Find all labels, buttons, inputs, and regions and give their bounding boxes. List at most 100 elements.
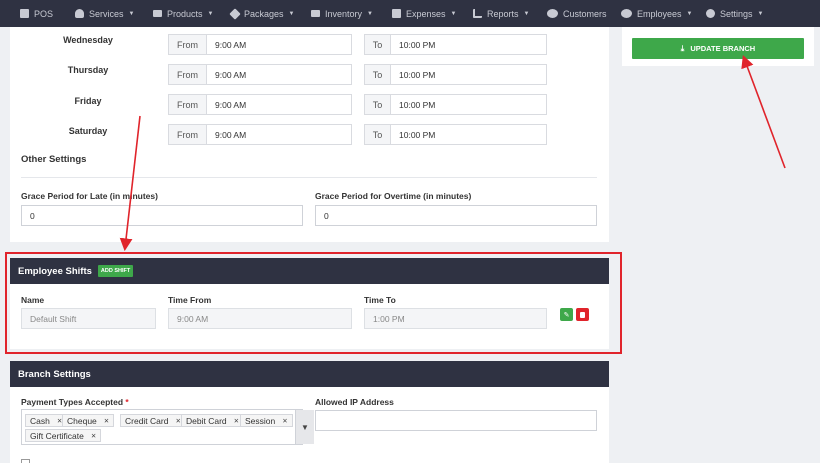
from-time-input[interactable]: 9:00 AM — [207, 35, 351, 54]
branch-settings-card: Branch Settings Payment Types Accepted *… — [10, 361, 609, 463]
to-time-group: To 10:00 PM — [364, 64, 547, 85]
payment-tag: Credit Card ✕ — [120, 414, 186, 427]
payment-types-select[interactable]: Cash ✕ Cheque ✕ Credit Card ✕ Debit Card ✕ S… — [21, 409, 314, 445]
day-label: Saturday — [68, 126, 108, 136]
update-branch-button[interactable]: ⤓ UPDATE BRANCH — [632, 38, 804, 59]
nav-item-settings[interactable]: Settings ▼ — [706, 0, 763, 27]
nav-item-services[interactable]: Services ▼ — [75, 0, 134, 27]
from-time-group: From 9:00 AM — [168, 94, 352, 115]
payment-tag: Cheque ✕ — [62, 414, 115, 427]
chevron-down-icon: ▼ — [128, 10, 135, 17]
remove-tag-icon[interactable]: ✕ — [234, 417, 239, 425]
to-addon: To — [365, 95, 391, 114]
nav-item-label: Services — [89, 8, 124, 19]
nav-item-label: Customers — [563, 8, 607, 19]
annotation-highlight-box — [5, 252, 622, 354]
chevron-down-icon: ▼ — [207, 10, 214, 17]
users-icon — [547, 9, 558, 18]
from-addon: From — [169, 125, 207, 144]
annotation-arrow-update — [741, 55, 786, 169]
chevron-down-icon: ▼ — [367, 10, 373, 17]
grace-overtime-input[interactable]: 0 — [315, 205, 597, 226]
pos-icon — [20, 9, 29, 18]
allowed-ip-input[interactable] — [315, 410, 597, 431]
nav-item-packages[interactable]: Packages ▼ — [229, 0, 295, 27]
payment-tag: Debit Card ✕ — [181, 414, 245, 427]
from-time-input[interactable]: 9:00 AM — [207, 125, 351, 144]
download-icon: ⤓ — [680, 43, 685, 53]
other-settings-title: Other Settings — [21, 154, 87, 165]
actions-panel: ⤓ UPDATE BRANCH — [622, 27, 814, 66]
payment-types-label: Payment Types Accepted * — [21, 397, 129, 407]
to-time-group: To 10:00 PM — [364, 124, 547, 145]
nav-item-products[interactable]: Products ▼ — [153, 0, 213, 27]
payment-tag-label: Debit Card — [186, 415, 227, 426]
nav-item-label: Products — [167, 8, 203, 19]
chevron-down-icon: ▼ — [523, 10, 530, 17]
nav-item-label: Settings — [720, 8, 753, 19]
tag-icon — [229, 7, 241, 20]
chevron-down-icon: ▼ — [686, 10, 693, 17]
nav-item-pos[interactable]: POS — [20, 0, 53, 27]
nav-item-customers[interactable]: Customers — [547, 0, 607, 27]
chevron-down-icon: ▼ — [288, 10, 295, 17]
from-time-group: From 9:00 AM — [168, 64, 352, 85]
to-time-input[interactable]: 10:00 PM — [391, 65, 546, 84]
grace-late-input[interactable]: 0 — [21, 205, 303, 226]
payment-tag: Session ✕ — [240, 414, 293, 427]
remove-tag-icon[interactable]: ✕ — [104, 417, 109, 425]
remove-tag-icon[interactable]: ✕ — [282, 417, 287, 425]
to-time-input[interactable]: 10:00 PM — [391, 95, 546, 114]
top-navbar: POS Services ▼ Products ▼ Packages ▼ Inv… — [0, 0, 820, 27]
from-addon: From — [169, 95, 207, 114]
payment-tag: Gift Certificate ✕ — [25, 429, 102, 442]
payment-tag-label: Gift Certificate — [30, 430, 84, 441]
employees-icon — [621, 9, 632, 18]
payment-tag-label: Cheque — [67, 415, 97, 426]
payment-tag-label: Cash — [30, 415, 50, 426]
nav-item-label: Packages — [244, 8, 284, 19]
truck-icon — [153, 10, 162, 17]
to-addon: To — [365, 65, 391, 84]
from-time-input[interactable]: 9:00 AM — [207, 65, 351, 84]
day-label: Wednesday — [63, 35, 113, 45]
expenses-icon — [392, 9, 401, 18]
services-icon — [75, 9, 84, 18]
to-addon: To — [365, 35, 391, 54]
nav-item-employees[interactable]: Employees ▼ — [621, 0, 692, 27]
chevron-down-icon: ▼ — [757, 10, 764, 17]
nav-item-label: Expenses — [406, 8, 446, 19]
required-mark: * — [125, 397, 129, 407]
nav-item-expenses[interactable]: Expenses ▼ — [392, 0, 456, 27]
chevron-down-icon: ▼ — [450, 10, 457, 17]
checkbox[interactable] — [21, 459, 30, 463]
branch-schedule-card: Wednesday From 9:00 AM To 10:00 PM Thurs… — [10, 27, 609, 242]
nav-item-label: Reports — [487, 8, 519, 19]
gear-icon — [706, 9, 715, 18]
from-time-input[interactable]: 9:00 AM — [207, 95, 351, 114]
nav-item-label: Inventory — [325, 8, 363, 19]
to-addon: To — [365, 125, 391, 144]
payment-tag-label: Credit Card — [125, 415, 169, 426]
to-time-group: To 10:00 PM — [364, 94, 547, 115]
payment-tag: Cash ✕ — [25, 414, 68, 427]
nav-item-inventory[interactable]: Inventory ▼ — [311, 0, 373, 27]
to-time-group: To 10:00 PM — [364, 34, 547, 55]
allowed-ip-label: Allowed IP Address — [315, 397, 394, 407]
divider — [21, 177, 597, 178]
to-time-input[interactable]: 10:00 PM — [391, 125, 546, 144]
to-time-input[interactable]: 10:00 PM — [391, 35, 546, 54]
grace-overtime-label: Grace Period for Overtime (in minutes) — [315, 191, 472, 201]
day-label: Friday — [74, 96, 102, 106]
from-addon: From — [169, 35, 207, 54]
remove-tag-icon[interactable]: ✕ — [91, 432, 96, 440]
from-time-group: From 9:00 AM — [168, 124, 352, 145]
from-time-group: From 9:00 AM — [168, 34, 352, 55]
update-branch-label: UPDATE BRANCH — [690, 44, 756, 53]
from-addon: From — [169, 65, 207, 84]
nav-item-label: Employees — [637, 8, 682, 19]
dropdown-arrow-icon[interactable]: ▼ — [295, 410, 314, 444]
bar-chart-icon — [473, 9, 482, 18]
nav-item-reports[interactable]: Reports ▼ — [473, 0, 529, 27]
inventory-icon — [311, 10, 320, 17]
